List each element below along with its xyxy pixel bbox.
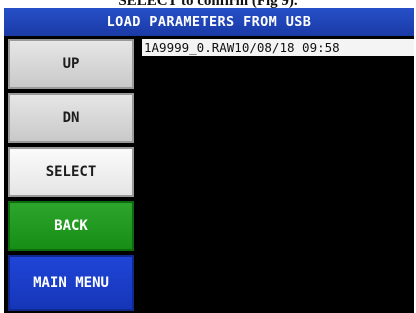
up-button[interactable]: UP [8, 39, 134, 89]
back-button[interactable]: BACK [8, 201, 134, 251]
down-button[interactable]: DN [8, 93, 134, 143]
document-caption: SELECT to confirm (Fig 9). [118, 0, 298, 8]
file-list: 1A9999_0.RAW10/08/18 09:58 [142, 39, 414, 313]
hmi-screen: LOAD PARAMETERS FROM USB UP DN SELECT BA… [4, 8, 414, 313]
main-menu-button[interactable]: MAIN MENU [8, 255, 134, 311]
screen-title: LOAD PARAMETERS FROM USB [4, 8, 414, 36]
file-list-item[interactable]: 1A9999_0.RAW10/08/18 09:58 [142, 39, 414, 56]
select-button[interactable]: SELECT [8, 147, 134, 197]
